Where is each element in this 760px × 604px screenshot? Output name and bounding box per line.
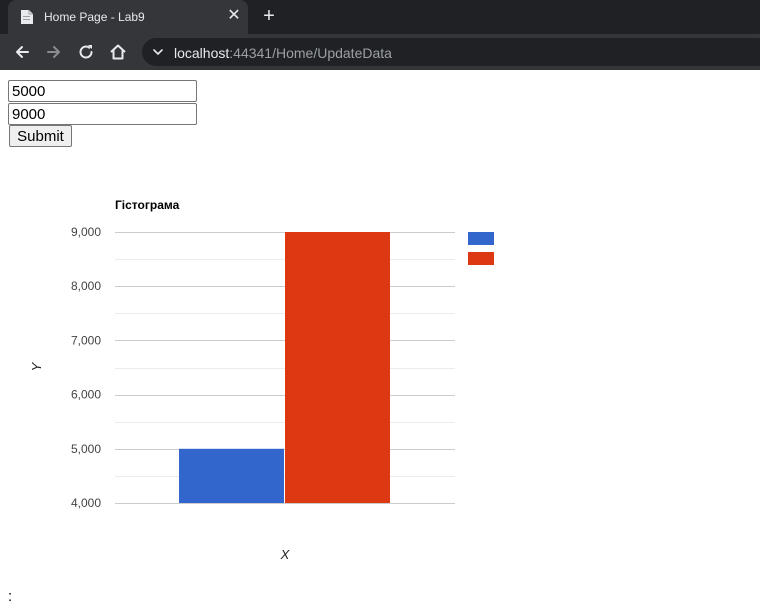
y-axis-label: Y xyxy=(29,361,44,371)
y-tick-label: 5,000 xyxy=(71,442,101,456)
reload-icon[interactable] xyxy=(76,42,96,62)
y-tick-label: 8,000 xyxy=(71,279,101,293)
tab-title: Home Page - Lab9 xyxy=(44,10,145,24)
tab-strip: Home Page - Lab9 ✕ + xyxy=(0,0,760,34)
url-path: :44341/Home/UpdateData xyxy=(229,45,392,61)
page-content: Submit Гістограма 9,0008,0007,0006,0005,… xyxy=(0,70,760,604)
page-icon xyxy=(21,10,33,24)
back-icon[interactable] xyxy=(12,42,32,62)
home-icon[interactable] xyxy=(108,42,128,62)
close-tab-icon[interactable]: ✕ xyxy=(225,7,243,25)
x-axis-label: X xyxy=(280,547,291,562)
browser-toolbar: localhost:44341/Home/UpdateData xyxy=(0,34,760,70)
chart-title: Гістограма xyxy=(115,198,180,212)
bar-chart: Гістограма 9,000 8,000 7,000 6,000 5,000 4,00… xyxy=(29,198,494,562)
url-host: localhost xyxy=(174,45,230,61)
new-tab-icon[interactable]: + xyxy=(259,6,279,26)
bar-series-1 xyxy=(179,448,284,503)
y-tick-label: 7,000 xyxy=(71,333,101,347)
y-tick-label: 9,000 xyxy=(71,225,101,239)
legend-swatch-2 xyxy=(468,252,494,265)
forward-icon[interactable] xyxy=(44,42,64,62)
y-tick-label: 4,000 xyxy=(71,496,101,510)
y-tick-label: 6,000 xyxy=(71,388,101,402)
bar-series-2 xyxy=(285,232,390,503)
legend-swatch-1 xyxy=(468,232,494,245)
active-tab[interactable]: Home Page - Lab9 ✕ xyxy=(8,0,248,34)
address-url[interactable]: localhost:44341/Home/UpdateData xyxy=(174,45,392,61)
address-bar[interactable]: localhost:44341/Home/UpdateData xyxy=(142,38,760,66)
chevron-down-icon[interactable] xyxy=(152,46,164,58)
trailing-text: : xyxy=(8,588,13,604)
